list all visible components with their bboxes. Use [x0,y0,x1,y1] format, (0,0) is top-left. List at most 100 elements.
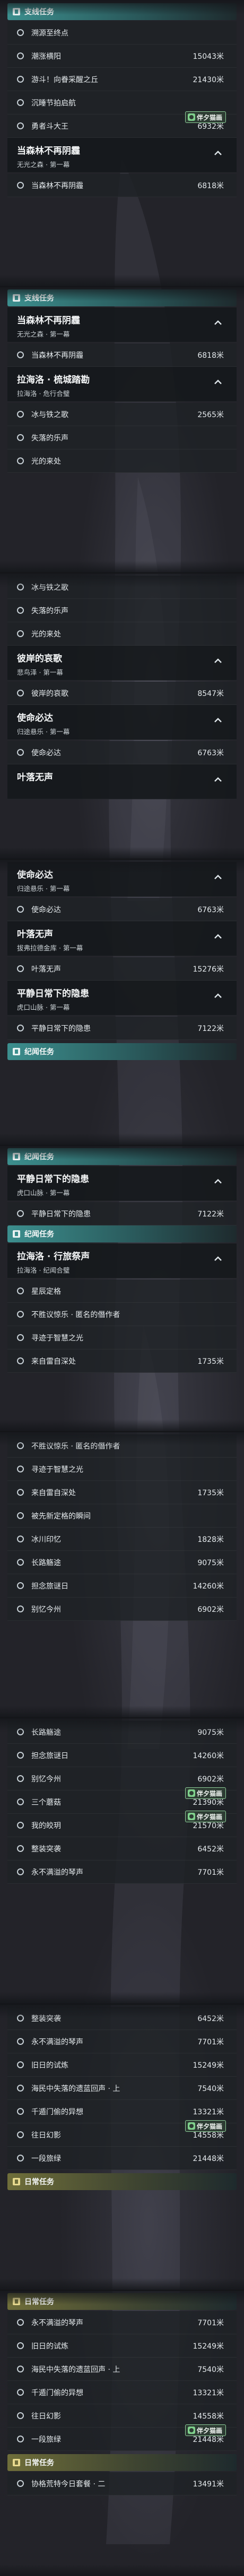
quest-step-name: 来自雷自深处 [31,1357,76,1366]
list-item[interactable]: 不胜议惊乐 · 匿名的僭作者 [7,1303,237,1326]
list-item[interactable]: 一段旅绿 21448米 伴夕猫画 [7,2424,237,2451]
chevron-up-icon[interactable] [212,774,224,786]
list-item[interactable]: 永不满溢的琴声 7701米 [7,2311,237,2334]
section-header[interactable]: 日常任务 [7,2173,237,2190]
chevron-up-icon[interactable] [212,990,224,1002]
radio-circle-icon [17,1559,24,1566]
list-item[interactable]: 担念旅谜日 14260米 [7,1574,237,1598]
quest-step-name: 被先新定格的瞬间 [31,1512,91,1521]
quest-step-name: 使命必达 [31,748,61,757]
list-item[interactable]: 平静日常下的隐患 7122米 [7,1017,237,1040]
radio-circle-icon [17,1489,24,1496]
list-item[interactable]: 失落的乐声 [7,426,237,449]
list-item[interactable]: 失落的乐声 [7,599,237,622]
list-item[interactable]: 平静日常下的隐患 7122米 [7,1202,237,1225]
distance-label: 15276米 [193,965,224,974]
list-item[interactable]: 别忆今州 6902米 [7,1598,237,1621]
list-item[interactable]: 往日幻影 14558米 伴夕猫画 [7,2120,237,2147]
list-item[interactable]: 光的来处 [7,622,237,646]
quest-subtitle: 悲鸟泽 · 第一幕 [17,668,63,676]
quest-header[interactable]: 平静日常下的隐患 虎口山脉 · 第一幕 [7,981,237,1016]
list-item[interactable]: 协格荒特今日套餐 · 二 13491米 [7,2472,237,2495]
section-header[interactable]: 纪闻任务 [7,1043,237,1060]
chevron-up-icon[interactable] [212,317,224,329]
list-item[interactable]: 潮涨横阳 15043米 [7,45,237,68]
quest-header[interactable]: 当森林不再阴霾 无光之森 · 第一幕 [7,138,237,173]
list-item[interactable]: 长路觞途 9075米 [7,1551,237,1574]
list-item[interactable]: 当森林不再阴霾 6818米 [7,174,237,197]
list-item[interactable]: 冰与铁之歌 2565米 [7,403,237,426]
list-item[interactable]: 溯源至终点 [7,21,237,45]
quest-header[interactable]: 拉海洛 · 梳城踏勘 拉海洛 · 危行合璧 [7,367,237,402]
section-header[interactable]: 日常任务 [7,2454,237,2471]
quest-subtitle: 拉海洛 · 纪闻合璧 [17,1266,70,1274]
list-item[interactable]: 使命必达 6763米 [7,898,237,921]
screenshot-divider [0,2290,244,2291]
list-item[interactable]: 勇者斗大王 6932米 伴夕猫画 [7,111,237,138]
quest-title: 拉海洛 · 行旅祭声 [17,1251,90,1262]
list-item[interactable]: 彼岸的哀歌 8547米 [7,682,237,705]
list-item[interactable]: 永不满溢的琴声 7701米 [7,1860,237,1884]
chevron-up-icon[interactable] [212,1253,224,1265]
bottom-fade [0,1706,244,1717]
list-item[interactable]: 寻迹于智慧之光 [7,1326,237,1349]
radio-circle-icon [17,2131,24,2138]
chevron-up-icon[interactable] [212,1176,224,1187]
tracking-badge: 伴夕猫画 [185,1787,226,1799]
list-item[interactable]: 被先新定格的瞬间 [7,1504,237,1528]
list-item[interactable]: 冰川印忆 1828米 [7,1528,237,1551]
chevron-up-icon[interactable] [212,931,224,942]
radio-circle-icon [17,690,24,696]
quest-step-name: 永不满溢的琴声 [31,2318,83,2327]
distance-label: 7701米 [197,2037,224,2046]
list-item[interactable]: 使命必达 6763米 [7,741,237,764]
screenshot-frame: 纪闻任务平静日常下的隐患虎口山脉 · 第一幕平静日常下的隐患7122米纪闻任务拉… [0,1145,244,1431]
list-item[interactable]: 我的皎玥 21570米 伴夕猫画 [7,1811,237,1837]
quest-header[interactable]: 叶落无声 拔弗拉德金库 · 第一幕 [7,921,237,956]
list-item[interactable]: 千遁门偷的异想 13321米 [7,2381,237,2404]
quest-step-name: 协格荒特今日套餐 · 二 [31,2480,106,2489]
screenshot-divider [0,1717,244,1718]
list-item[interactable]: 当森林不再阴霾 6818米 [7,343,237,367]
list-item[interactable]: 一段旅绿 21448米 [7,2147,237,2170]
quest-header[interactable]: 使命必达 归途悬乐 · 第一幕 [7,705,237,740]
radio-circle-icon [17,1287,24,1294]
chevron-up-icon[interactable] [212,376,224,388]
list-item[interactable]: 寻迹于智慧之光 [7,1458,237,1481]
quest-step-name: 旧日的试炼 [31,2342,68,2351]
quest-step-name: 整装突袭 [31,1845,61,1854]
distance-label: 15249米 [193,2061,224,2070]
list-item[interactable]: 海民中失落的遗蓝回声 · 上 7540米 [7,2077,237,2100]
chevron-up-icon[interactable] [212,714,224,726]
quest-step-name: 溯源至终点 [31,29,68,38]
section-header[interactable]: 纪闻任务 [7,1225,237,1242]
list-item[interactable]: 整装突袭 6452米 [7,1837,237,1860]
badge-icon [187,2427,195,2434]
quest-header[interactable]: 平静日常下的隐患 虎口山脉 · 第一幕 [7,1166,237,1201]
list-item[interactable]: 游斗！向眷采醒之丘 21430米 [7,68,237,91]
list-item[interactable]: 星辰定格 [7,1280,237,1303]
list-item[interactable]: 光的来处 [7,449,237,473]
list-item[interactable]: 担念旅谜日 14260米 [7,1744,237,1767]
top-fade [0,0,244,15]
radio-circle-icon [17,1775,24,1782]
quest-step-name: 往日幻影 [31,2412,61,2421]
quest-header[interactable]: 拉海洛 · 行旅祭声 拉海洛 · 纪闻合璧 [7,1243,237,1278]
quest-header[interactable]: 当森林不再阴霾 无光之森 · 第一幕 [7,307,237,342]
quest-subtitle: 虎口山脉 · 第一幕 [17,1003,70,1011]
quest-step-name: 冰川印忆 [31,1535,61,1544]
quest-header[interactable]: 叶落无声 [7,764,237,799]
list-item[interactable]: 永不满溢的琴声 7701米 [7,2030,237,2053]
list-item[interactable]: 来自雷自深处 1735米 [7,1481,237,1504]
list-item[interactable]: 海民中失落的遗蓝回声 · 上 7540米 [7,2358,237,2381]
chevron-up-icon[interactable] [212,655,224,667]
quest-header[interactable]: 彼岸的哀歌 悲鸟泽 · 第一幕 [7,646,237,681]
list-item[interactable]: 来自雷自深处 1735米 [7,1349,237,1373]
chevron-up-icon[interactable] [212,147,224,159]
list-item[interactable]: 叶落无声 15276米 [7,957,237,981]
quest-title: 叶落无声 [17,772,53,783]
list-item[interactable]: 旧日的试炼 15249米 [7,2053,237,2077]
list-item[interactable]: 旧日的试炼 15249米 [7,2334,237,2358]
distance-label: 1735米 [197,1488,224,1497]
distance-label: 7540米 [197,2084,224,2093]
